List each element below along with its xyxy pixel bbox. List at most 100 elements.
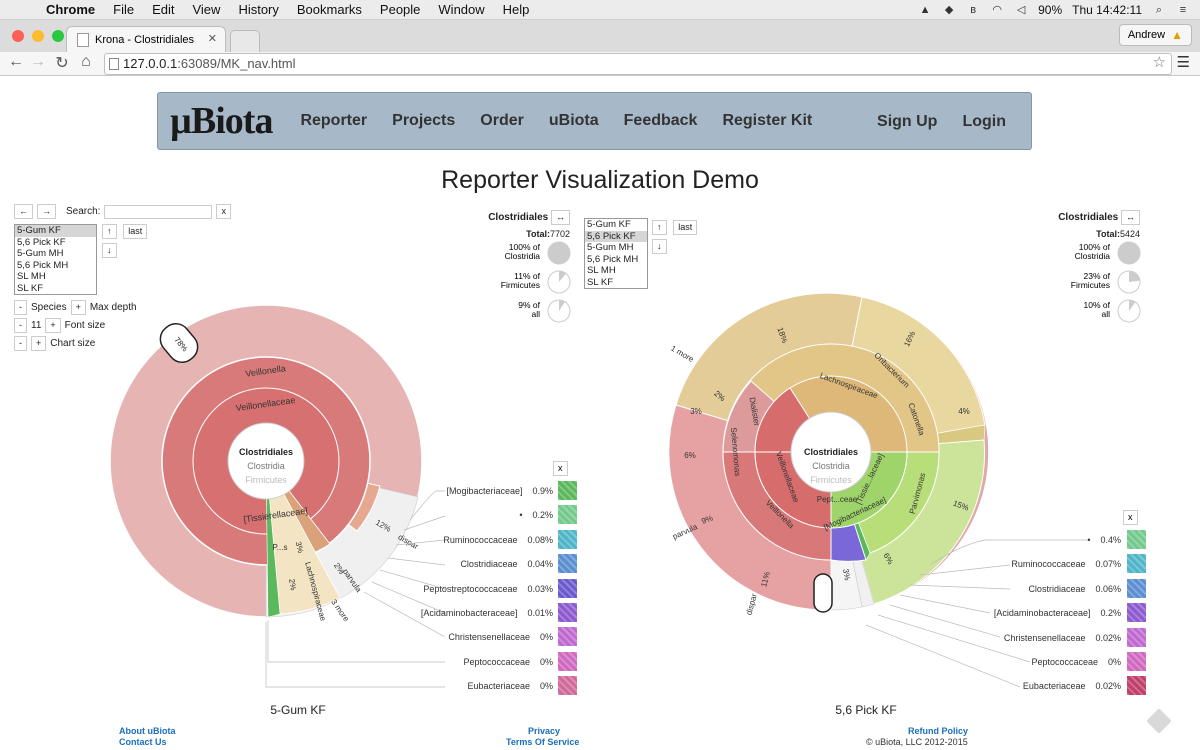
os-menu-file[interactable]: File xyxy=(113,2,134,17)
os-menu-edit[interactable]: Edit xyxy=(152,2,174,17)
legend-item[interactable]: Peptococcaceae 0% xyxy=(901,657,1121,667)
feedback-corner-icon[interactable] xyxy=(1146,708,1172,734)
legend-color-swatch[interactable] xyxy=(1127,554,1146,574)
legend-color-swatch[interactable] xyxy=(1127,627,1146,647)
pie-info-icon[interactable] xyxy=(1116,269,1142,295)
legend-item[interactable]: [Mogibacteriaceae] 0.9% xyxy=(333,486,553,496)
left-lower-wedges[interactable] xyxy=(265,459,331,566)
dataset-option[interactable]: SL KF xyxy=(15,283,96,295)
browser-tab-active[interactable]: Krona - Clostridiales ✕ xyxy=(66,26,226,52)
move-up-button-right[interactable]: ↑ xyxy=(652,220,667,235)
nav-link-projects[interactable]: Projects xyxy=(392,112,455,130)
right-inner-red-wedge-b[interactable] xyxy=(754,387,832,453)
legend-item[interactable]: Peptococcaceae 0% xyxy=(333,657,553,667)
legend-item[interactable]: • 0.4% xyxy=(901,535,1121,545)
back-arrow-icon[interactable]: ← xyxy=(6,53,26,71)
dataset-option[interactable]: 5-Gum MH xyxy=(585,242,647,254)
os-menu-chrome[interactable]: Chrome xyxy=(46,2,95,17)
pie-info-icon[interactable] xyxy=(1116,298,1142,324)
right-inner-green-wedge[interactable] xyxy=(830,451,908,529)
left-p-wedge[interactable] xyxy=(265,460,286,566)
legend-color-swatch[interactable] xyxy=(1127,578,1146,598)
legend-item[interactable]: Clostridiaceae 0.04% xyxy=(333,559,553,569)
nav-link-login[interactable]: Login xyxy=(962,113,1006,131)
left-family-ring[interactable] xyxy=(192,387,340,535)
legend-color-swatch[interactable] xyxy=(558,529,577,549)
legend-item[interactable]: Ruminococcaceae 0.07% xyxy=(901,559,1121,569)
os-menu-window[interactable]: Window xyxy=(438,2,484,17)
move-down-button-right[interactable]: ↓ xyxy=(652,239,667,254)
left-expand-button[interactable]: ↔ xyxy=(551,210,570,225)
dataset-list-right[interactable]: 5-Gum KF 5,6 Pick KF 5-Gum MH 5,6 Pick MH SL… xyxy=(584,218,648,289)
chrome-menu-icon[interactable]: ☰ xyxy=(1177,53,1190,71)
legend-color-swatch[interactable] xyxy=(1127,652,1146,671)
left-green-wedge[interactable] xyxy=(265,460,281,618)
legend-item[interactable]: Christensenellaceae 0% xyxy=(333,632,553,642)
pie-info-icon[interactable] xyxy=(546,269,572,295)
dataset-option[interactable]: 5-Gum MH xyxy=(15,248,96,260)
contact-link[interactable]: Contact Us xyxy=(119,737,167,747)
legend-item[interactable]: Eubacteriaceae 0.02% xyxy=(901,681,1121,691)
legend-item[interactable]: [Acidaminobacteraceae] 0.01% xyxy=(333,608,553,618)
legend-item[interactable]: Eubacteriaceae 0% xyxy=(333,681,553,691)
legend-color-swatch[interactable] xyxy=(558,651,577,671)
bookmark-star-icon[interactable]: ☆ xyxy=(1153,53,1166,71)
dataset-list[interactable]: 5-Gum KF 5,6 Pick KF 5-Gum MH 5,6 Pick MH SL… xyxy=(14,224,97,295)
forward-nav-button[interactable]: → xyxy=(37,204,56,219)
font-size-decrease-button[interactable]: - xyxy=(14,318,27,333)
nav-link-order[interactable]: Order xyxy=(480,112,524,130)
pie-info-icon[interactable] xyxy=(1116,240,1142,266)
left-outer-ring[interactable] xyxy=(109,304,423,618)
dataset-option[interactable]: SL MH xyxy=(585,265,647,277)
max-depth-decrease-button[interactable]: - xyxy=(14,300,27,315)
nav-link-feedback[interactable]: Feedback xyxy=(624,112,698,130)
right-inner-red-wedge[interactable] xyxy=(754,451,832,529)
left-legend-close-button[interactable]: x xyxy=(553,461,568,476)
ubiota-logo[interactable]: µBiota xyxy=(170,99,273,143)
dataset-option[interactable]: 5,6 Pick MH xyxy=(585,254,647,266)
terms-link[interactable]: Terms Of Service xyxy=(506,737,579,747)
maximize-window-button[interactable] xyxy=(52,30,64,42)
notification-center-icon[interactable]: ≡ xyxy=(1176,4,1190,16)
os-menu-view[interactable]: View xyxy=(192,2,220,17)
right-veillonella-wedge[interactable] xyxy=(722,451,832,561)
move-up-button[interactable]: ↑ xyxy=(102,224,117,239)
right-4pct-wedge[interactable] xyxy=(830,424,986,453)
left-veillonellaceae-ring[interactable] xyxy=(161,356,371,566)
legend-color-swatch[interactable] xyxy=(558,603,577,622)
reload-icon[interactable]: ↻ xyxy=(52,53,72,73)
right-mogi-wedge[interactable] xyxy=(830,451,871,561)
right-2pct-badge[interactable] xyxy=(813,573,833,613)
left-lachnospiraceae-wedge[interactable] xyxy=(265,460,331,558)
volume-icon[interactable]: ◁ xyxy=(1014,4,1028,16)
legend-color-swatch[interactable] xyxy=(558,578,577,598)
home-icon[interactable]: ⌂ xyxy=(76,53,96,71)
right-white-wedge[interactable] xyxy=(830,451,875,608)
bluetooth-icon[interactable]: ʙ xyxy=(966,4,980,16)
pie-info-icon[interactable] xyxy=(546,298,572,324)
legend-color-swatch[interactable] xyxy=(558,554,577,574)
right-selenomonas-wedge[interactable] xyxy=(722,380,833,453)
last-button-right[interactable]: last xyxy=(673,220,698,235)
pie-info-icon[interactable] xyxy=(546,240,572,266)
os-menu-history[interactable]: History xyxy=(238,2,278,17)
minimize-window-button[interactable] xyxy=(32,30,44,42)
search-input[interactable] xyxy=(104,204,213,219)
nav-link-reporter[interactable]: Reporter xyxy=(300,112,367,130)
close-window-button[interactable] xyxy=(12,30,24,42)
search-clear-button[interactable]: x xyxy=(216,204,231,219)
dataset-option[interactable]: SL KF xyxy=(585,277,647,289)
profile-button[interactable]: Andrew ▲ xyxy=(1118,24,1192,46)
dataset-option[interactable]: 5-Gum KF xyxy=(585,219,647,231)
legend-color-swatch[interactable] xyxy=(1127,676,1146,696)
legend-item[interactable]: Ruminococcaceae 0.08% xyxy=(333,535,553,545)
drive-icon[interactable]: ▲ xyxy=(918,4,932,16)
os-menu-people[interactable]: People xyxy=(380,2,420,17)
legend-item[interactable]: Clostridiaceae 0.06% xyxy=(901,584,1121,594)
right-middle-ring[interactable] xyxy=(722,343,940,561)
right-legend-close-button[interactable]: x xyxy=(1123,510,1138,525)
left-12pct-wedge[interactable] xyxy=(265,460,381,532)
legend-item[interactable]: Christensenellaceae 0.02% xyxy=(901,633,1121,643)
right-3pct-purple-wedge[interactable] xyxy=(830,451,867,562)
dataset-option[interactable]: 5,6 Pick MH xyxy=(15,260,96,272)
